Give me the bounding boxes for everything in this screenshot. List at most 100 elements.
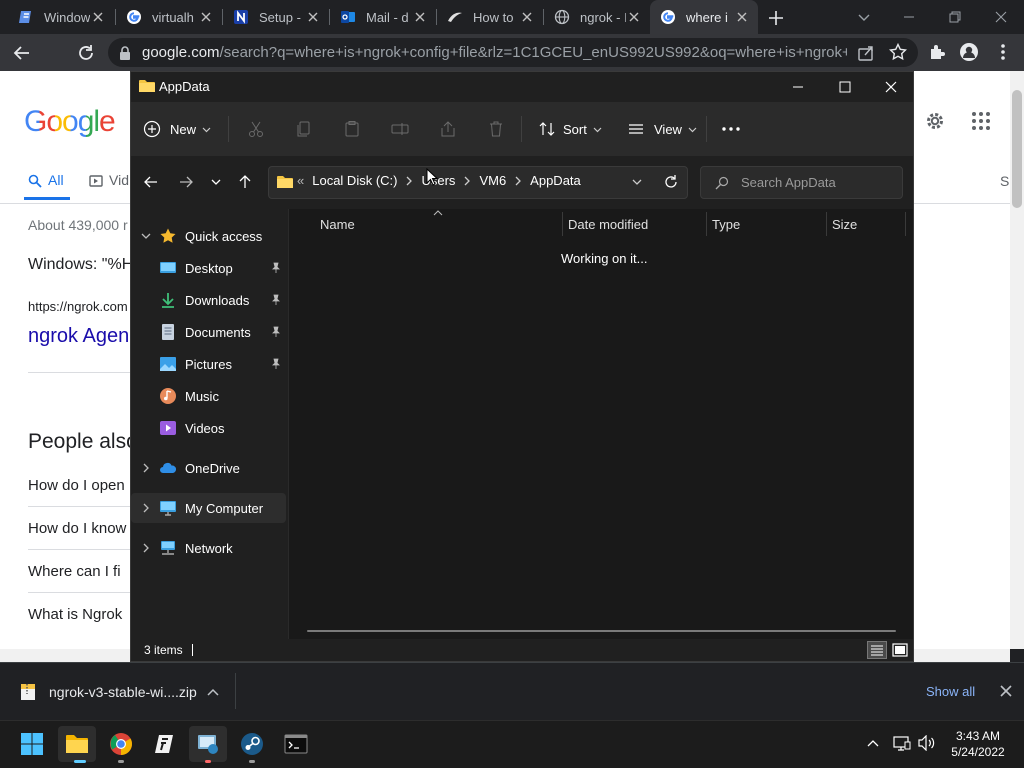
column-separator[interactable] [706, 212, 707, 236]
nav-pictures[interactable]: Pictures [131, 349, 288, 379]
google-tab-all[interactable]: All [48, 172, 64, 188]
nav-my-computer[interactable]: My Computer [131, 493, 286, 523]
pin-icon[interactable] [270, 262, 282, 274]
hidden-icons-chevron-icon[interactable] [866, 736, 880, 750]
explorer-title-bar[interactable]: AppData [131, 72, 913, 102]
tab-setup[interactable]: Setup - [223, 0, 329, 34]
extensions-icon[interactable] [928, 43, 946, 61]
column-separator[interactable] [826, 212, 827, 236]
question-1[interactable]: How do I open [28, 477, 125, 494]
forward-arrow-icon[interactable] [178, 174, 194, 190]
minimize-browser-icon[interactable] [886, 0, 932, 34]
tab-howto[interactable]: How to [437, 0, 543, 34]
nav-quick-access[interactable]: Quick access [131, 221, 288, 251]
column-separator[interactable] [562, 212, 563, 236]
pin-icon[interactable] [270, 294, 282, 306]
nav-network[interactable]: Network [131, 533, 288, 563]
chevron-right-icon[interactable] [139, 501, 153, 515]
reload-icon[interactable] [76, 43, 96, 63]
chevron-right-icon[interactable] [139, 461, 153, 475]
result-url[interactable]: https://ngrok.com [28, 299, 128, 314]
tab-search-chevron-icon[interactable] [856, 9, 872, 25]
address-history-chevron-icon[interactable] [631, 176, 643, 188]
settings-gear-icon[interactable] [924, 110, 946, 132]
apps-grid-icon[interactable] [971, 111, 991, 131]
column-header-size[interactable]: Size [832, 217, 857, 235]
close-tab-icon[interactable] [519, 9, 535, 25]
new-button[interactable]: New [143, 116, 211, 142]
google-logo[interactable]: Google [24, 105, 116, 139]
horizontal-scrollbar[interactable] [307, 630, 896, 632]
paste-icon[interactable] [341, 118, 363, 140]
back-arrow-icon[interactable] [12, 43, 32, 63]
cut-icon[interactable] [245, 118, 267, 140]
column-separator[interactable] [905, 212, 906, 236]
nav-downloads[interactable]: Downloads [131, 285, 288, 315]
share-icon[interactable] [857, 44, 875, 62]
volume-icon[interactable] [918, 735, 936, 751]
profile-avatar-icon[interactable] [959, 42, 979, 62]
chevron-down-icon[interactable] [139, 229, 153, 243]
back-arrow-icon[interactable] [143, 174, 159, 190]
close-tab-icon[interactable] [626, 9, 642, 25]
column-header-date[interactable]: Date modified [568, 217, 648, 235]
up-arrow-icon[interactable] [237, 174, 253, 190]
clock-time[interactable]: 3:43 AM [946, 729, 1010, 743]
result-title-link[interactable]: ngrok Agen [28, 325, 129, 348]
tab-virtualhost[interactable]: virtualh [116, 0, 222, 34]
close-tab-icon[interactable] [90, 9, 106, 25]
column-header-type[interactable]: Type [712, 217, 740, 235]
google-tab-videos[interactable]: Vid [109, 172, 129, 188]
chevron-up-icon[interactable] [206, 686, 220, 698]
delete-icon[interactable] [485, 118, 507, 140]
chevron-right-icon[interactable] [139, 541, 153, 555]
taskbar-chrome-icon[interactable] [102, 726, 140, 762]
column-header-name[interactable]: Name [320, 217, 355, 235]
nav-desktop[interactable]: Desktop [131, 253, 288, 283]
close-download-bar-icon[interactable] [999, 684, 1013, 698]
taskbar-steam-icon[interactable] [233, 726, 271, 762]
url-text[interactable]: google.com/search?q=where+is+ngrok+confi… [142, 44, 847, 61]
lock-icon[interactable] [118, 45, 132, 61]
copy-icon[interactable] [293, 118, 315, 140]
breadcrumb-vm6[interactable]: VM6 [479, 173, 506, 188]
refresh-icon[interactable] [663, 174, 679, 190]
taskbar-terminal-icon[interactable] [277, 726, 315, 762]
question-3[interactable]: Where can I fi [28, 563, 121, 580]
view-button[interactable]: View [627, 116, 697, 142]
sort-button[interactable]: Sort [538, 116, 602, 142]
breadcrumb-local-disk[interactable]: Local Disk (C:) [312, 173, 397, 188]
star-icon[interactable] [889, 43, 907, 61]
download-filename[interactable]: ngrok-v3-stable-wi....zip [49, 684, 197, 700]
close-tab-icon[interactable] [412, 9, 428, 25]
share-icon[interactable] [437, 118, 459, 140]
google-tab-s[interactable]: S [1000, 173, 1009, 189]
close-tab-icon[interactable] [305, 9, 321, 25]
taskbar-remote-desktop-icon[interactable] [189, 726, 227, 762]
page-scrollbar-thumb[interactable] [1012, 90, 1022, 208]
tab-mail[interactable]: Mail - d [330, 0, 436, 34]
close-browser-icon[interactable] [978, 0, 1024, 34]
show-all-button[interactable]: Show all [926, 684, 975, 699]
recent-chevron-icon[interactable] [210, 176, 222, 188]
pin-icon[interactable] [270, 358, 282, 370]
close-tab-icon[interactable] [198, 9, 214, 25]
nav-documents[interactable]: Documents [131, 317, 288, 347]
nav-onedrive[interactable]: OneDrive [131, 453, 288, 483]
pin-icon[interactable] [270, 326, 282, 338]
clock-date[interactable]: 5/24/2022 [946, 745, 1010, 759]
taskbar-file-explorer-icon[interactable] [58, 726, 96, 762]
details-view-icon[interactable] [867, 641, 887, 659]
nav-music[interactable]: Music [131, 381, 288, 411]
close-icon[interactable] [884, 80, 898, 94]
tab-ngrok[interactable]: ngrok - I [544, 0, 650, 34]
question-4[interactable]: What is Ngrok [28, 606, 122, 623]
nav-videos[interactable]: Videos [131, 413, 288, 443]
start-windows-icon[interactable] [13, 726, 51, 762]
chrome-menu-icon[interactable] [996, 43, 1010, 61]
breadcrumb-overflow[interactable]: « [297, 173, 304, 188]
large-icons-view-icon[interactable] [891, 641, 909, 659]
more-options-icon[interactable] [721, 120, 741, 138]
network-display-icon[interactable] [893, 735, 911, 751]
rename-icon[interactable] [389, 118, 411, 140]
